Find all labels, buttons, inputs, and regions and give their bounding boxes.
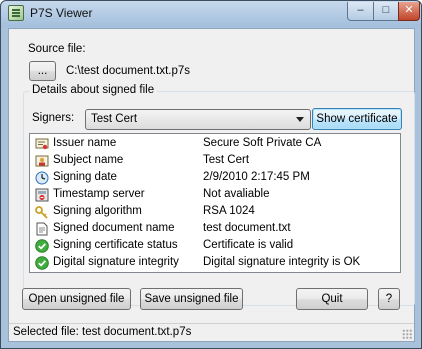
row-value: Certificate is valid xyxy=(203,239,294,251)
row-name: Issuer name xyxy=(53,137,117,149)
row-value: Secure Soft Private CA xyxy=(203,137,322,149)
show-certificate-button[interactable]: Show certificate xyxy=(312,108,402,130)
row-name: Signing certificate status xyxy=(53,239,178,251)
browse-button[interactable]: ... xyxy=(29,61,56,81)
quit-button[interactable]: Quit xyxy=(296,288,368,310)
source-file-path: C:\test document.txt.p7s xyxy=(66,65,191,77)
status-bar: Selected file: test document.txt.p7s xyxy=(9,323,414,341)
details-list[interactable]: Issuer name Secure Soft Private CA Subje… xyxy=(29,133,401,273)
help-button[interactable]: ? xyxy=(378,288,400,310)
resize-grip-icon[interactable] xyxy=(402,329,412,339)
key-icon xyxy=(35,206,48,219)
row-value: 2/9/2010 2:17:45 PM xyxy=(203,171,310,183)
chevron-down-icon xyxy=(296,117,304,122)
list-item[interactable]: Signed document name test document.txt xyxy=(32,221,400,238)
row-name: Timestamp server xyxy=(53,188,145,200)
clock-icon xyxy=(35,171,49,185)
check-icon xyxy=(35,239,49,253)
certificate-icon xyxy=(35,138,49,150)
save-unsigned-file-button[interactable]: Save unsigned file xyxy=(140,288,243,310)
row-name: Digital signature integrity xyxy=(53,256,179,268)
server-icon xyxy=(35,188,49,202)
details-group-title: Details about signed file xyxy=(29,84,158,96)
row-value: Not avaliable xyxy=(203,188,270,200)
list-item[interactable]: Signing algorithm RSA 1024 xyxy=(32,204,400,221)
app-window: P7S Viewer – □ ✕ Source file: ... C:\tes… xyxy=(0,0,422,349)
app-icon xyxy=(8,5,24,21)
row-value: test document.txt xyxy=(203,222,291,234)
status-text: Selected file: test document.txt.p7s xyxy=(13,326,192,338)
row-value: Digital signature integrity is OK xyxy=(203,256,361,268)
signers-label: Signers: xyxy=(32,112,75,124)
title-bar[interactable]: P7S Viewer – □ ✕ xyxy=(1,1,421,27)
signers-dropdown[interactable]: Test Cert xyxy=(85,109,311,130)
document-icon xyxy=(36,222,48,236)
window-title: P7S Viewer xyxy=(30,6,93,20)
open-unsigned-file-button[interactable]: Open unsigned file xyxy=(22,288,131,310)
source-file-label: Source file: xyxy=(28,43,86,55)
list-item[interactable]: Issuer name Secure Soft Private CA xyxy=(32,136,400,153)
list-item[interactable]: Signing certificate status Certificate i… xyxy=(32,238,400,255)
client-area: Source file: ... C:\test document.txt.p7… xyxy=(8,28,415,342)
row-value: RSA 1024 xyxy=(203,205,255,217)
list-item[interactable]: Digital signature integrity Digital sign… xyxy=(32,255,400,272)
list-item[interactable]: Subject name Test Cert xyxy=(32,153,400,170)
row-name: Signing algorithm xyxy=(53,205,142,217)
check-icon xyxy=(35,256,49,270)
list-item[interactable]: Signing date 2/9/2010 2:17:45 PM xyxy=(32,170,400,187)
person-icon xyxy=(35,155,49,167)
row-name: Signed document name xyxy=(53,222,175,234)
list-item[interactable]: Timestamp server Not avaliable xyxy=(32,187,400,204)
maximize-button[interactable]: □ xyxy=(373,2,399,21)
close-button[interactable]: ✕ xyxy=(398,2,420,21)
row-value: Test Cert xyxy=(203,154,250,166)
minimize-button[interactable]: – xyxy=(347,2,374,21)
row-name: Signing date xyxy=(53,171,117,183)
signers-selected-value: Test Cert xyxy=(91,113,138,125)
row-name: Subject name xyxy=(53,154,124,166)
